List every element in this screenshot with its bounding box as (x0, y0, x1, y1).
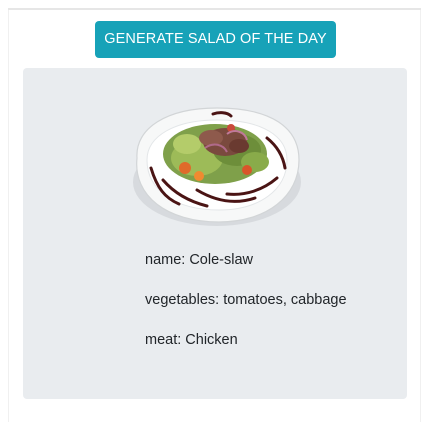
salad-vegetables-text: vegetables: tomatoes, cabbage (145, 292, 347, 308)
salad-meat-text: meat: Chicken (145, 332, 238, 348)
salad-card: name: Cole-slaw vegetables: tomatoes, ca… (23, 68, 407, 399)
salad-image (133, 107, 301, 226)
page: GENERATE SALAD OF THE DAY name: Cole-sla… (0, 0, 429, 429)
salad-name-text: name: Cole-slaw (145, 252, 253, 268)
generate-salad-button[interactable]: GENERATE SALAD OF THE DAY (95, 21, 336, 58)
